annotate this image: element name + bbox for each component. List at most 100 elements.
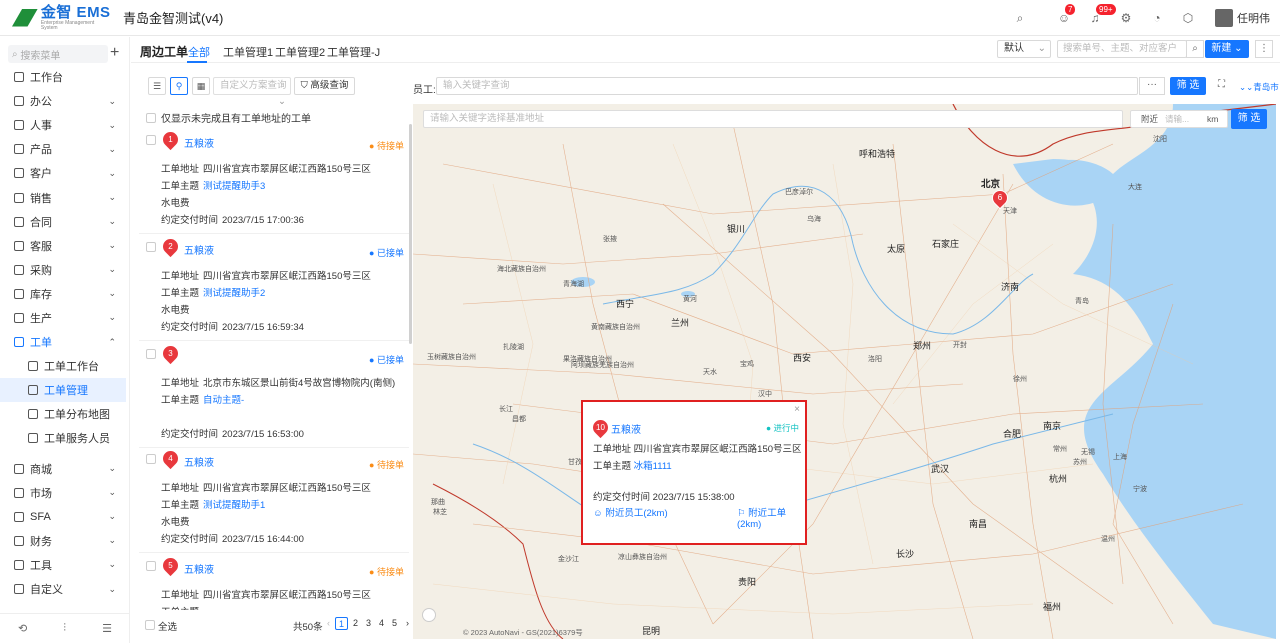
subject-link[interactable]: 测试提醒助手1 — [203, 500, 265, 511]
add-menu-icon[interactable]: + — [110, 44, 119, 62]
customer-name[interactable]: 五粮液 — [184, 135, 214, 150]
sidebar-item-market[interactable]: 市场 ⌄ — [0, 481, 130, 505]
scrollbar[interactable] — [409, 124, 412, 344]
new-button[interactable]: 新建 ⌄ — [1205, 40, 1249, 58]
row-checkbox[interactable] — [146, 454, 156, 464]
avatar[interactable] — [1215, 9, 1233, 27]
sidebar-item-service[interactable]: 客服 ⌄ — [0, 234, 130, 258]
sidebar-item-office[interactable]: 办公 ⌄ — [0, 89, 130, 113]
history-icon[interactable]: ⟲ — [18, 622, 27, 635]
bell-icon[interactable]: ♫ 99+ — [1088, 4, 1116, 25]
fullscreen-icon[interactable]: ⛶ — [1218, 79, 1225, 90]
sidebar-item-sfa[interactable]: SFA ⌄ — [0, 505, 130, 529]
sidebar-item-workorder-workbench[interactable]: 工单工作台 — [0, 354, 130, 378]
calendar-view-icon[interactable]: ▦ — [192, 77, 210, 95]
row-checkbox[interactable] — [146, 561, 156, 571]
sidebar-item-purchase[interactable]: 采购 ⌄ — [0, 258, 130, 282]
row-checkbox[interactable] — [146, 242, 156, 252]
nearby-orders-link[interactable]: ⚐ 附近工单(2km) — [737, 505, 805, 530]
page-1[interactable]: 1 — [335, 617, 348, 630]
city-label: 合肥 — [1003, 429, 1022, 439]
page-5[interactable]: 5 — [388, 617, 401, 630]
customer-name[interactable]: 五粮液 — [184, 561, 214, 576]
map-filter-button[interactable]: 筛 选 — [1231, 109, 1267, 129]
help-icon[interactable]: ⬡ — [1181, 11, 1195, 25]
popup-customer-name[interactable]: 五粮液 — [611, 421, 641, 436]
sidebar-item-workorder-map[interactable]: 工单分布地图 — [0, 402, 130, 426]
customer-name[interactable]: 五粮液 — [184, 242, 214, 257]
subject-link[interactable]: 测试提醒助手3 — [203, 181, 265, 192]
page-2[interactable]: 2 — [349, 617, 362, 630]
tab-workorder-manage-1[interactable]: 工单管理1 — [223, 44, 273, 60]
logo-mark — [12, 8, 38, 27]
sort-select[interactable]: 默认 ⌄ — [997, 40, 1051, 58]
sidebar-item-customer[interactable]: 客户 ⌄ — [0, 161, 130, 185]
sidebar-item-mall[interactable]: 商城 ⌄ — [0, 457, 130, 481]
page-4[interactable]: 4 — [375, 617, 388, 630]
locate-icon[interactable] — [422, 608, 436, 622]
advanced-query-button[interactable]: ⛉ 高级查询 — [294, 77, 355, 95]
sidebar-item-product[interactable]: 产品 ⌄ — [0, 137, 130, 161]
sidebar-item-workorder-staff[interactable]: 工单服务人员 — [0, 426, 130, 450]
sidebar-item-workbench[interactable]: 工作台 — [0, 65, 130, 89]
sidebar-item-hr[interactable]: 人事 ⌄ — [0, 113, 130, 137]
sidebar-item-inventory[interactable]: 库存 ⌄ — [0, 282, 130, 306]
user-name[interactable]: 任明伟 — [1237, 10, 1270, 26]
subject-link[interactable]: 测试提醒助手2 — [203, 288, 265, 299]
new-button-label: 新建 — [1211, 43, 1232, 54]
sidebar-item-finance[interactable]: 财务 ⌄ — [0, 529, 130, 553]
close-icon[interactable]: × — [794, 404, 800, 415]
page-3[interactable]: 3 — [362, 617, 375, 630]
custom-scheme-select[interactable]: 自定义方案查询 ⌄ — [213, 77, 291, 107]
sidebar-item-contract[interactable]: 合同 ⌄ — [0, 210, 130, 234]
map-pin: 3 — [159, 342, 182, 365]
sidebar-item-production[interactable]: 生产 ⌄ — [0, 306, 130, 330]
employee-input[interactable]: 输入关键字查询 — [436, 77, 1138, 95]
sidebar-item-label: 人事 — [30, 120, 52, 133]
theme-icon[interactable]: ◔ — [1150, 11, 1164, 25]
map-address-search-input[interactable]: 请输入关键字选择基准地址 — [423, 110, 1123, 128]
customer-name[interactable]: 五粮液 — [184, 454, 214, 469]
filter-button[interactable]: 筛 选 — [1170, 77, 1206, 95]
nearby-placeholder: 请输... — [1165, 114, 1190, 124]
sidebar: ⌕ 搜索菜单 + 工作台 办公 ⌄ 人事 ⌄ 产品 ⌄ 客户 ⌄ 销售 ⌄ 合同 ⌄ 客服 ⌄… — [0, 37, 130, 643]
nearby-staff-link[interactable]: ☺ 附近员工(2km) — [593, 505, 668, 519]
users-icon[interactable]: ☺ 7 — [1057, 4, 1076, 25]
more-icon[interactable]: ⋮ — [1255, 40, 1273, 58]
prev-page-icon[interactable]: ‹ — [322, 617, 335, 630]
keyword-search-input[interactable]: 搜索单号、主题、对应客户 — [1057, 40, 1187, 58]
subject-link[interactable]: 自动主题- — [203, 395, 244, 406]
subject-label: 工单主题 — [161, 607, 199, 610]
row-checkbox[interactable] — [146, 349, 156, 359]
subject-label: 工单主题 — [161, 395, 200, 406]
subject-link[interactable]: 冰箱1111 — [634, 461, 672, 472]
sidebar-item-workorder-manage[interactable]: 工单管理 — [0, 378, 126, 403]
menu-search-input[interactable]: ⌕ 搜索菜单 — [8, 45, 108, 63]
search-icon[interactable]: ⌕ — [1186, 40, 1204, 58]
sidebar-item-workorder[interactable]: 工单 ⌃ — [0, 330, 130, 354]
nearby-distance-input[interactable]: 附近 请输... km — [1130, 110, 1228, 128]
collapse-icon[interactable]: ☰ — [102, 622, 112, 635]
city-label: 西宁 — [616, 299, 635, 309]
list-view-icon[interactable]: ☰ — [148, 77, 166, 95]
settings-sliders-icon[interactable]: ⫶ — [63, 622, 66, 635]
map-view-icon[interactable]: ⚲ — [170, 77, 188, 95]
sidebar-item-custom[interactable]: 自定义 ⌄ — [0, 577, 130, 601]
app-logo[interactable]: 金智 EMS Enterprise Management System — [12, 5, 112, 31]
sidebar-item-label: 工单 — [30, 337, 52, 350]
tab-all[interactable]: 全部 — [188, 44, 210, 60]
gear-icon[interactable]: ⚙ — [1119, 11, 1133, 25]
tab-workorder-manage-2[interactable]: 工单管理2 — [275, 44, 325, 60]
search-icon[interactable]: ⌕ — [1013, 11, 1027, 25]
sidebar-item-sales[interactable]: 销售 ⌄ — [0, 185, 130, 209]
bell-badge: 99+ — [1096, 4, 1116, 15]
scheme-placeholder: 自定义方案查询 — [220, 80, 287, 91]
city-selector[interactable]: ⌄⌄青岛市 — [1239, 81, 1279, 93]
map-canvas[interactable]: 呼和浩特 北京 天津 银川 太原 石家庄 济南 西宁 兰州 郑州 西安 合肥 南… — [413, 104, 1276, 639]
sidebar-item-tools[interactable]: 工具 ⌄ — [0, 553, 130, 577]
row-checkbox[interactable] — [146, 135, 156, 145]
tab-workorder-manage-j[interactable]: 工单管理-J — [327, 44, 380, 60]
pin-number: 2 — [168, 242, 173, 251]
ellipsis-icon[interactable]: ··· — [1139, 77, 1165, 95]
select-all-checkbox[interactable] — [145, 620, 155, 630]
